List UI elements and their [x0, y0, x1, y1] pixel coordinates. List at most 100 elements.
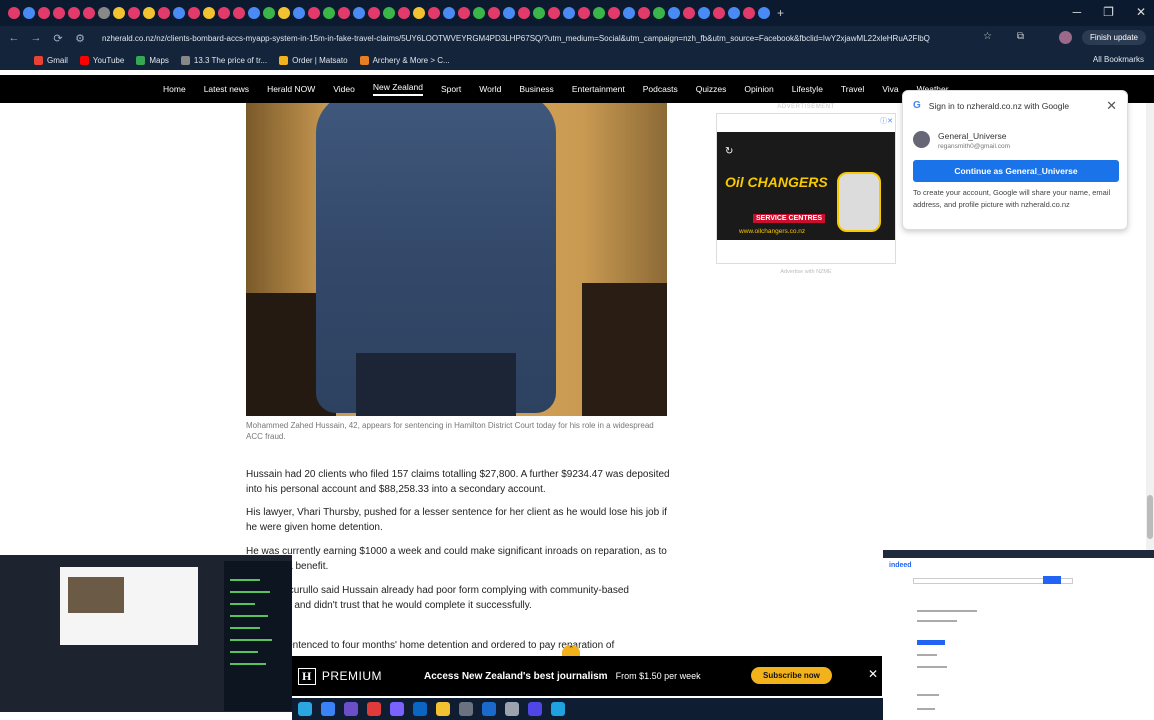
- tab-icon[interactable]: [443, 7, 455, 19]
- tab-icon[interactable]: [173, 7, 185, 19]
- nav-travel[interactable]: Travel: [841, 84, 864, 94]
- nav-home[interactable]: Home: [163, 84, 186, 94]
- tab-icon[interactable]: [533, 7, 545, 19]
- tab-icon[interactable]: [68, 7, 80, 19]
- tab-icon[interactable]: [743, 7, 755, 19]
- tab-icon[interactable]: [143, 7, 155, 19]
- tab-icon[interactable]: [728, 7, 740, 19]
- steam-icon[interactable]: [482, 702, 496, 716]
- back-icon[interactable]: ←: [6, 32, 22, 44]
- bookmark-star-icon[interactable]: ☆: [983, 31, 992, 42]
- advertisement[interactable]: ⓘ✕ ↻ Oil CHANGERS SERVICE CENTRES www.oi…: [716, 113, 896, 264]
- screen-share-thumbnail[interactable]: [0, 555, 292, 712]
- all-bookmarks-button[interactable]: All Bookmarks: [1093, 55, 1144, 64]
- taskbar-app-icon[interactable]: [344, 702, 358, 716]
- site-info-icon[interactable]: ⚙: [72, 32, 88, 45]
- nav-lifestyle[interactable]: Lifestyle: [792, 84, 823, 94]
- nav-world[interactable]: World: [479, 84, 501, 94]
- tab-icon[interactable]: [8, 7, 20, 19]
- nav-quizzes[interactable]: Quizzes: [696, 84, 727, 94]
- file-explorer-icon[interactable]: [436, 702, 450, 716]
- tab-icon[interactable]: [413, 7, 425, 19]
- nav-new-zealand[interactable]: New Zealand: [372, 82, 423, 96]
- tab-icon[interactable]: [623, 7, 635, 19]
- tab-icon[interactable]: [188, 7, 200, 19]
- tab-icon[interactable]: [233, 7, 245, 19]
- tab-icon[interactable]: [23, 7, 35, 19]
- tab-icon[interactable]: [203, 7, 215, 19]
- tab-icon[interactable]: [338, 7, 350, 19]
- new-tab-plus-icon[interactable]: +: [777, 6, 784, 20]
- nav-entertainment[interactable]: Entertainment: [572, 84, 625, 94]
- tab-icon[interactable]: [518, 7, 530, 19]
- tab-icon[interactable]: [503, 7, 515, 19]
- close-icon[interactable]: ✕: [868, 667, 878, 681]
- taskbar-app-icon[interactable]: [367, 702, 381, 716]
- nav-podcasts[interactable]: Podcasts: [643, 84, 678, 94]
- outlook-icon[interactable]: [413, 702, 427, 716]
- tab-icon[interactable]: [263, 7, 275, 19]
- tab-icon[interactable]: [638, 7, 650, 19]
- nav-herald-now[interactable]: Herald NOW: [267, 84, 315, 94]
- profile-avatar[interactable]: [1059, 31, 1072, 44]
- ad-choices-icon[interactable]: ⓘ✕: [880, 116, 893, 126]
- taskbar-app-icon[interactable]: [459, 702, 473, 716]
- tab-icon[interactable]: [323, 7, 335, 19]
- tab-icon[interactable]: [608, 7, 620, 19]
- minimize-icon[interactable]: ─: [1073, 5, 1082, 19]
- reload-icon[interactable]: ⟳: [50, 32, 66, 45]
- tab-icon[interactable]: [38, 7, 50, 19]
- google-account[interactable]: General_Universe regansmith0@gmail.com: [913, 131, 1010, 150]
- url-field[interactable]: nzherald.co.nz/nz/clients-bombard-accs-m…: [102, 34, 982, 43]
- tab-icon[interactable]: [758, 7, 770, 19]
- taskbar-app-icon[interactable]: [298, 702, 312, 716]
- nav-latest-news[interactable]: Latest news: [204, 84, 249, 94]
- bookmark-archery[interactable]: Archery & More > C...: [359, 55, 450, 65]
- scroll-up-icon[interactable]: ⌃: [562, 645, 580, 656]
- tab-icon[interactable]: [308, 7, 320, 19]
- extensions-icon[interactable]: ⧉: [1017, 31, 1024, 42]
- tab-icon[interactable]: [653, 7, 665, 19]
- maximize-icon[interactable]: ❐: [1103, 5, 1114, 19]
- tab-icon[interactable]: [488, 7, 500, 19]
- subscribe-button[interactable]: Subscribe now: [751, 667, 832, 684]
- continue-button[interactable]: Continue as General_Universe: [913, 160, 1119, 182]
- close-icon[interactable]: ✕: [1106, 98, 1117, 114]
- tab-icon[interactable]: [563, 7, 575, 19]
- tab-icon[interactable]: [473, 7, 485, 19]
- taskbar-app-icon[interactable]: [390, 702, 404, 716]
- finish-update-button[interactable]: Finish update: [1081, 30, 1146, 45]
- tab-icon[interactable]: [248, 7, 260, 19]
- tab-icon[interactable]: [293, 7, 305, 19]
- tab-icon[interactable]: [713, 7, 725, 19]
- bookmark-matsato[interactable]: Order | Matsato: [279, 55, 348, 65]
- bookmark-youtube[interactable]: YouTube: [79, 55, 124, 65]
- tab-icon[interactable]: [428, 7, 440, 19]
- tab-icon[interactable]: [698, 7, 710, 19]
- nav-opinion[interactable]: Opinion: [744, 84, 773, 94]
- scrollbar-thumb[interactable]: [1147, 495, 1153, 539]
- tab-icon[interactable]: [383, 7, 395, 19]
- tab-icon[interactable]: [53, 7, 65, 19]
- page-scrollbar[interactable]: [1146, 103, 1154, 555]
- tab-icon[interactable]: [458, 7, 470, 19]
- tab-icon[interactable]: [98, 7, 110, 19]
- tab-icon[interactable]: [593, 7, 605, 19]
- nav-video[interactable]: Video: [333, 84, 355, 94]
- browser-preview-thumbnail[interactable]: indeed: [883, 550, 1154, 714]
- tab-icon[interactable]: [158, 7, 170, 19]
- tab-icon[interactable]: [353, 7, 365, 19]
- tab-icon[interactable]: [368, 7, 380, 19]
- bookmark-gmail[interactable]: Gmail: [34, 55, 68, 65]
- tab-icon[interactable]: [548, 7, 560, 19]
- tab-icon[interactable]: [398, 7, 410, 19]
- nav-business[interactable]: Business: [519, 84, 554, 94]
- telegram-icon[interactable]: [321, 702, 335, 716]
- bookmark-price[interactable]: 13.3 The price of tr...: [180, 55, 267, 65]
- replay-icon[interactable]: ↻: [725, 146, 733, 157]
- tab-icon[interactable]: [218, 7, 230, 19]
- tab-icon[interactable]: [683, 7, 695, 19]
- tab-icon[interactable]: [128, 7, 140, 19]
- tab-icon[interactable]: [278, 7, 290, 19]
- tab-icon[interactable]: [578, 7, 590, 19]
